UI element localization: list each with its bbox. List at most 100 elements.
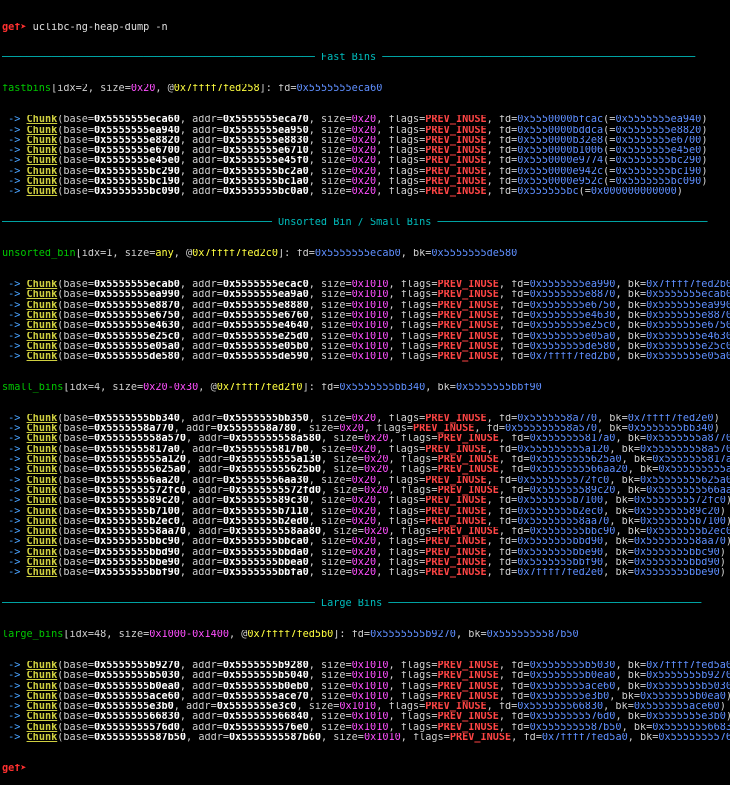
chunk-size: 0x1010 bbox=[351, 691, 389, 702]
label: , fd= bbox=[498, 681, 530, 692]
small-chunk-list: -> Chunk(base=0x5555555bb340, addr=0x555… bbox=[2, 414, 730, 579]
label: , addr= bbox=[179, 671, 223, 682]
chunk-flags: PREV_INUSE bbox=[413, 424, 475, 435]
label: , addr= bbox=[179, 135, 223, 146]
unsorted-bin-summary: unsorted_bin[idx=1, size=any, @0x7ffff7f… bbox=[2, 249, 730, 259]
chunk-addr: 0x5555555e45f0 bbox=[222, 156, 309, 167]
chunk-bk: 0x5555555e6750 bbox=[646, 321, 730, 332]
chunk-label: Chunk bbox=[26, 300, 58, 311]
label: ) bbox=[719, 568, 726, 579]
chunk-fd: 0x5555555b5030 bbox=[529, 661, 616, 671]
chunk-fd-raw: 0x5550000b1006 bbox=[517, 146, 604, 157]
chunk-bk: 0x5555555e05a0 bbox=[646, 352, 730, 363]
label: , size= bbox=[106, 630, 150, 641]
label: , flags= bbox=[376, 115, 426, 126]
label: (base= bbox=[57, 290, 95, 301]
label: , flags= bbox=[376, 547, 426, 558]
chunk-label: Chunk bbox=[26, 691, 58, 702]
chunk-base: 0x555555558aa70 bbox=[94, 527, 187, 538]
arrow-icon: -> bbox=[2, 506, 27, 517]
chunk-label: Chunk bbox=[26, 341, 58, 352]
chunk-fd: 0x5555555e45e0 bbox=[615, 146, 702, 157]
chunk-label: Chunk bbox=[26, 455, 58, 466]
label: ) bbox=[713, 413, 720, 424]
chunk-bk: 0x7ffff7fed5a0 bbox=[646, 661, 730, 671]
arrow-icon: -> bbox=[2, 166, 27, 177]
label: , size= bbox=[308, 475, 352, 486]
chunk-size: 0x1010 bbox=[351, 300, 389, 311]
arrow-icon: -> bbox=[2, 290, 27, 301]
label: (base= bbox=[57, 558, 95, 569]
label: , bk= bbox=[603, 702, 634, 713]
chunk-fd: 0x5555555de580 bbox=[529, 341, 616, 352]
label: , addr= bbox=[179, 661, 223, 671]
chunk-base: 0x555555558a570 bbox=[94, 434, 187, 445]
chunk-flags: PREV_INUSE bbox=[437, 485, 499, 496]
chunk-addr: 0x555555555a130 bbox=[228, 455, 321, 466]
label: , size= bbox=[308, 177, 352, 188]
label: , flags= bbox=[376, 444, 426, 455]
fastbin-summary: fastbins[idx=2, size=0x20, @0x7ffff7fed2… bbox=[2, 84, 730, 94]
chunk-addr: 0x555555589c30 bbox=[222, 496, 309, 507]
arrow-icon: -> bbox=[2, 135, 27, 146]
chunk-bk: 0x555555566830 bbox=[652, 722, 730, 733]
chunk-base: 0x5555555bbd90 bbox=[94, 547, 180, 558]
chunk-bk: 0x5555555bbc90 bbox=[633, 547, 720, 558]
chunk-flags: PREV_INUSE bbox=[437, 671, 499, 682]
label: , addr= bbox=[179, 352, 223, 363]
label: , flags= bbox=[376, 125, 426, 136]
label: , size= bbox=[308, 671, 352, 682]
label: , bk= bbox=[615, 681, 647, 692]
chunk-addr: 0x5555555e05b0 bbox=[222, 341, 309, 352]
label: , fd= bbox=[486, 125, 518, 136]
chunk-base: 0x5555555b0ea0 bbox=[94, 681, 180, 692]
label: , fd= bbox=[498, 712, 530, 723]
label: , addr= bbox=[179, 547, 223, 558]
chunk-size: 0x1010 bbox=[351, 722, 389, 733]
chunk-label: Chunk bbox=[26, 537, 58, 548]
chunk-label: Chunk bbox=[26, 166, 58, 177]
chunk-addr: 0x5555555e8880 bbox=[222, 300, 309, 311]
chunk-fd: 0x5555555e4630 bbox=[529, 310, 616, 321]
label: , @ bbox=[228, 630, 248, 641]
end-prompt-line[interactable]: gef➤ bbox=[2, 764, 730, 774]
chunk-label: Chunk bbox=[26, 135, 58, 146]
chunk-addr: 0x5555555ea9a0 bbox=[222, 290, 309, 301]
label: , size= bbox=[87, 84, 131, 95]
label: , size= bbox=[321, 434, 364, 445]
label: (base= bbox=[57, 681, 95, 692]
label: , addr= bbox=[179, 156, 223, 167]
chunk-bk: 0x5555555bbe90 bbox=[633, 568, 720, 579]
chunk-flags: PREV_INUSE bbox=[437, 352, 499, 363]
terminal[interactable]: gef➤ uclibc-ng-heap-dump -n ────────────… bbox=[0, 0, 730, 785]
arrow-icon: -> bbox=[2, 321, 27, 332]
label: , fd= bbox=[486, 177, 518, 188]
label: ]: fd= bbox=[259, 84, 297, 95]
arrow-icon: -> bbox=[2, 485, 27, 496]
chunk-flags: PREV_INUSE bbox=[425, 475, 487, 486]
chunk-bk: 0x5555555ea990 bbox=[646, 300, 730, 311]
chunk-addr: 0x5555555bbfa0 bbox=[222, 568, 309, 579]
label: (base= bbox=[57, 321, 95, 332]
bin-idx: 48 bbox=[94, 630, 107, 641]
chunk-label: Chunk bbox=[26, 568, 58, 579]
chunk-bk: 0x5555555bbd90 bbox=[633, 558, 720, 569]
label: (= bbox=[603, 166, 616, 177]
label: , flags= bbox=[388, 455, 438, 466]
chunk-row: -> Chunk(base=0x5555555b5030, addr=0x555… bbox=[2, 671, 730, 681]
label: , bk= bbox=[615, 434, 647, 445]
label: , bk= bbox=[615, 300, 647, 311]
chunk-size: 0x1010 bbox=[351, 661, 389, 671]
label: , bk= bbox=[621, 455, 653, 466]
chunk-label: Chunk bbox=[26, 733, 58, 744]
large-bin-summary: large_bins[idx=48, size=0x1000-0x1400, @… bbox=[2, 630, 730, 640]
chunk-size: 0x20 bbox=[351, 444, 377, 455]
chunk-flags: PREV_INUSE bbox=[425, 135, 487, 146]
label: , fd= bbox=[498, 485, 530, 496]
chunk-addr: 0x5555555b0eb0 bbox=[222, 681, 309, 692]
label: , bk= bbox=[615, 331, 647, 342]
fast-bins-header: ────────────────────────────────────────… bbox=[2, 53, 696, 64]
label: , flags= bbox=[388, 681, 438, 692]
label: , flags= bbox=[388, 671, 438, 682]
chunk-fd: 0x5555555bbd90 bbox=[517, 537, 604, 548]
